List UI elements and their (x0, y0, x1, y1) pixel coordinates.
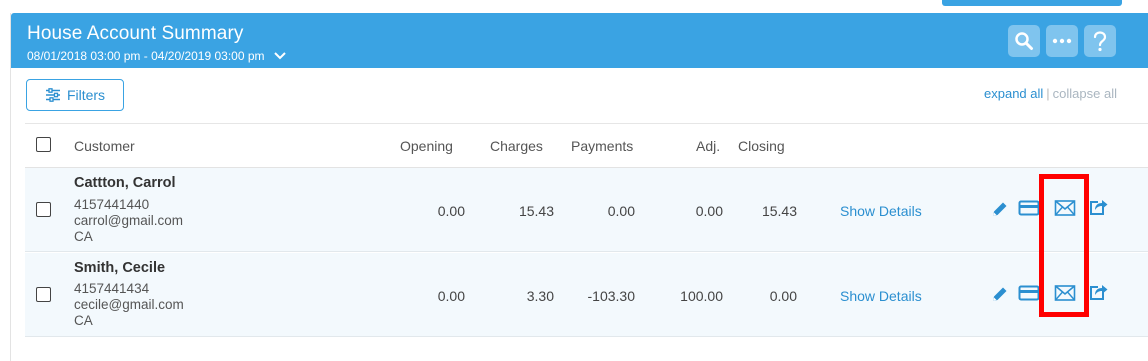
col-charges[interactable]: Charges (490, 138, 543, 154)
email-column-highlight (1039, 174, 1089, 317)
col-payments[interactable]: Payments (571, 138, 633, 154)
table-row: Smith, Cecile 4157441434 cecile@gmail.co… (25, 253, 1148, 337)
table-header: Customer Opening Charges Payments Adj. C… (25, 124, 1148, 168)
customer-phone: 4157441440 (74, 197, 150, 212)
row-checkbox[interactable] (36, 287, 51, 302)
panel-header: House Account Summary 08/01/2018 03:00 p… (11, 13, 1148, 68)
charges-value: 3.30 (526, 288, 554, 304)
col-closing[interactable]: Closing (738, 138, 785, 154)
date-range-selector[interactable]: 08/01/2018 03:00 pm - 04/20/2019 03:00 p… (27, 49, 287, 63)
select-all-checkbox[interactable] (36, 137, 51, 152)
help-button[interactable] (1084, 25, 1116, 57)
chevron-down-icon (273, 52, 286, 60)
payments-value: -103.30 (587, 288, 635, 304)
opening-value: 0.00 (437, 288, 465, 304)
help-icon (1093, 31, 1107, 52)
filters-label: Filters (66, 87, 106, 103)
customer-email: carrol@gmail.com (74, 213, 183, 228)
customer-email: cecile@gmail.com (74, 297, 184, 312)
closing-value: 0.00 (769, 288, 797, 304)
more-icon (1052, 38, 1072, 44)
card-icon[interactable] (1018, 198, 1040, 218)
col-customer[interactable]: Customer (74, 138, 135, 154)
filters-button[interactable]: Filters (26, 79, 124, 111)
show-details-link[interactable]: Show Details (840, 203, 922, 219)
expand-all-link[interactable]: expand all (984, 86, 1043, 101)
export-icon[interactable] (1089, 197, 1109, 217)
customer-state: CA (74, 313, 93, 328)
show-details-link[interactable]: Show Details (840, 288, 922, 304)
search-button[interactable] (1008, 25, 1040, 57)
collapse-all-link[interactable]: collapse all (1053, 86, 1117, 101)
house-account-panel: House Account Summary 08/01/2018 03:00 p… (10, 13, 1148, 361)
col-opening[interactable]: Opening (400, 138, 453, 154)
adj-value: 100.00 (680, 288, 723, 304)
edit-icon[interactable] (990, 199, 1010, 219)
opening-value: 0.00 (437, 203, 465, 219)
page-title: House Account Summary (27, 23, 244, 44)
export-icon[interactable] (1089, 282, 1109, 302)
search-icon (1015, 32, 1033, 50)
customer-phone: 4157441434 (74, 281, 150, 296)
charges-value: 15.43 (518, 203, 554, 219)
payments-value: 0.00 (607, 203, 635, 219)
table-row: Cattton, Carrol 4157441440 carrol@gmail.… (25, 168, 1148, 252)
more-options-button[interactable] (1046, 25, 1078, 57)
row-checkbox[interactable] (36, 202, 51, 217)
top-tab-button[interactable] (942, 0, 1122, 6)
date-range-text: 08/01/2018 03:00 pm - 04/20/2019 03:00 p… (27, 49, 265, 63)
customer-name[interactable]: Smith, Cecile (74, 260, 165, 276)
card-icon[interactable] (1018, 283, 1040, 303)
link-separator: | (1046, 86, 1050, 101)
customer-state: CA (74, 229, 93, 244)
closing-value: 15.43 (761, 203, 797, 219)
expand-collapse-links: expand all | collapse all (984, 86, 1117, 101)
filters-icon (45, 88, 60, 102)
customer-name[interactable]: Cattton, Carrol (74, 175, 176, 191)
adj-value: 0.00 (695, 203, 723, 219)
col-adj[interactable]: Adj. (696, 138, 720, 154)
edit-icon[interactable] (990, 284, 1010, 304)
